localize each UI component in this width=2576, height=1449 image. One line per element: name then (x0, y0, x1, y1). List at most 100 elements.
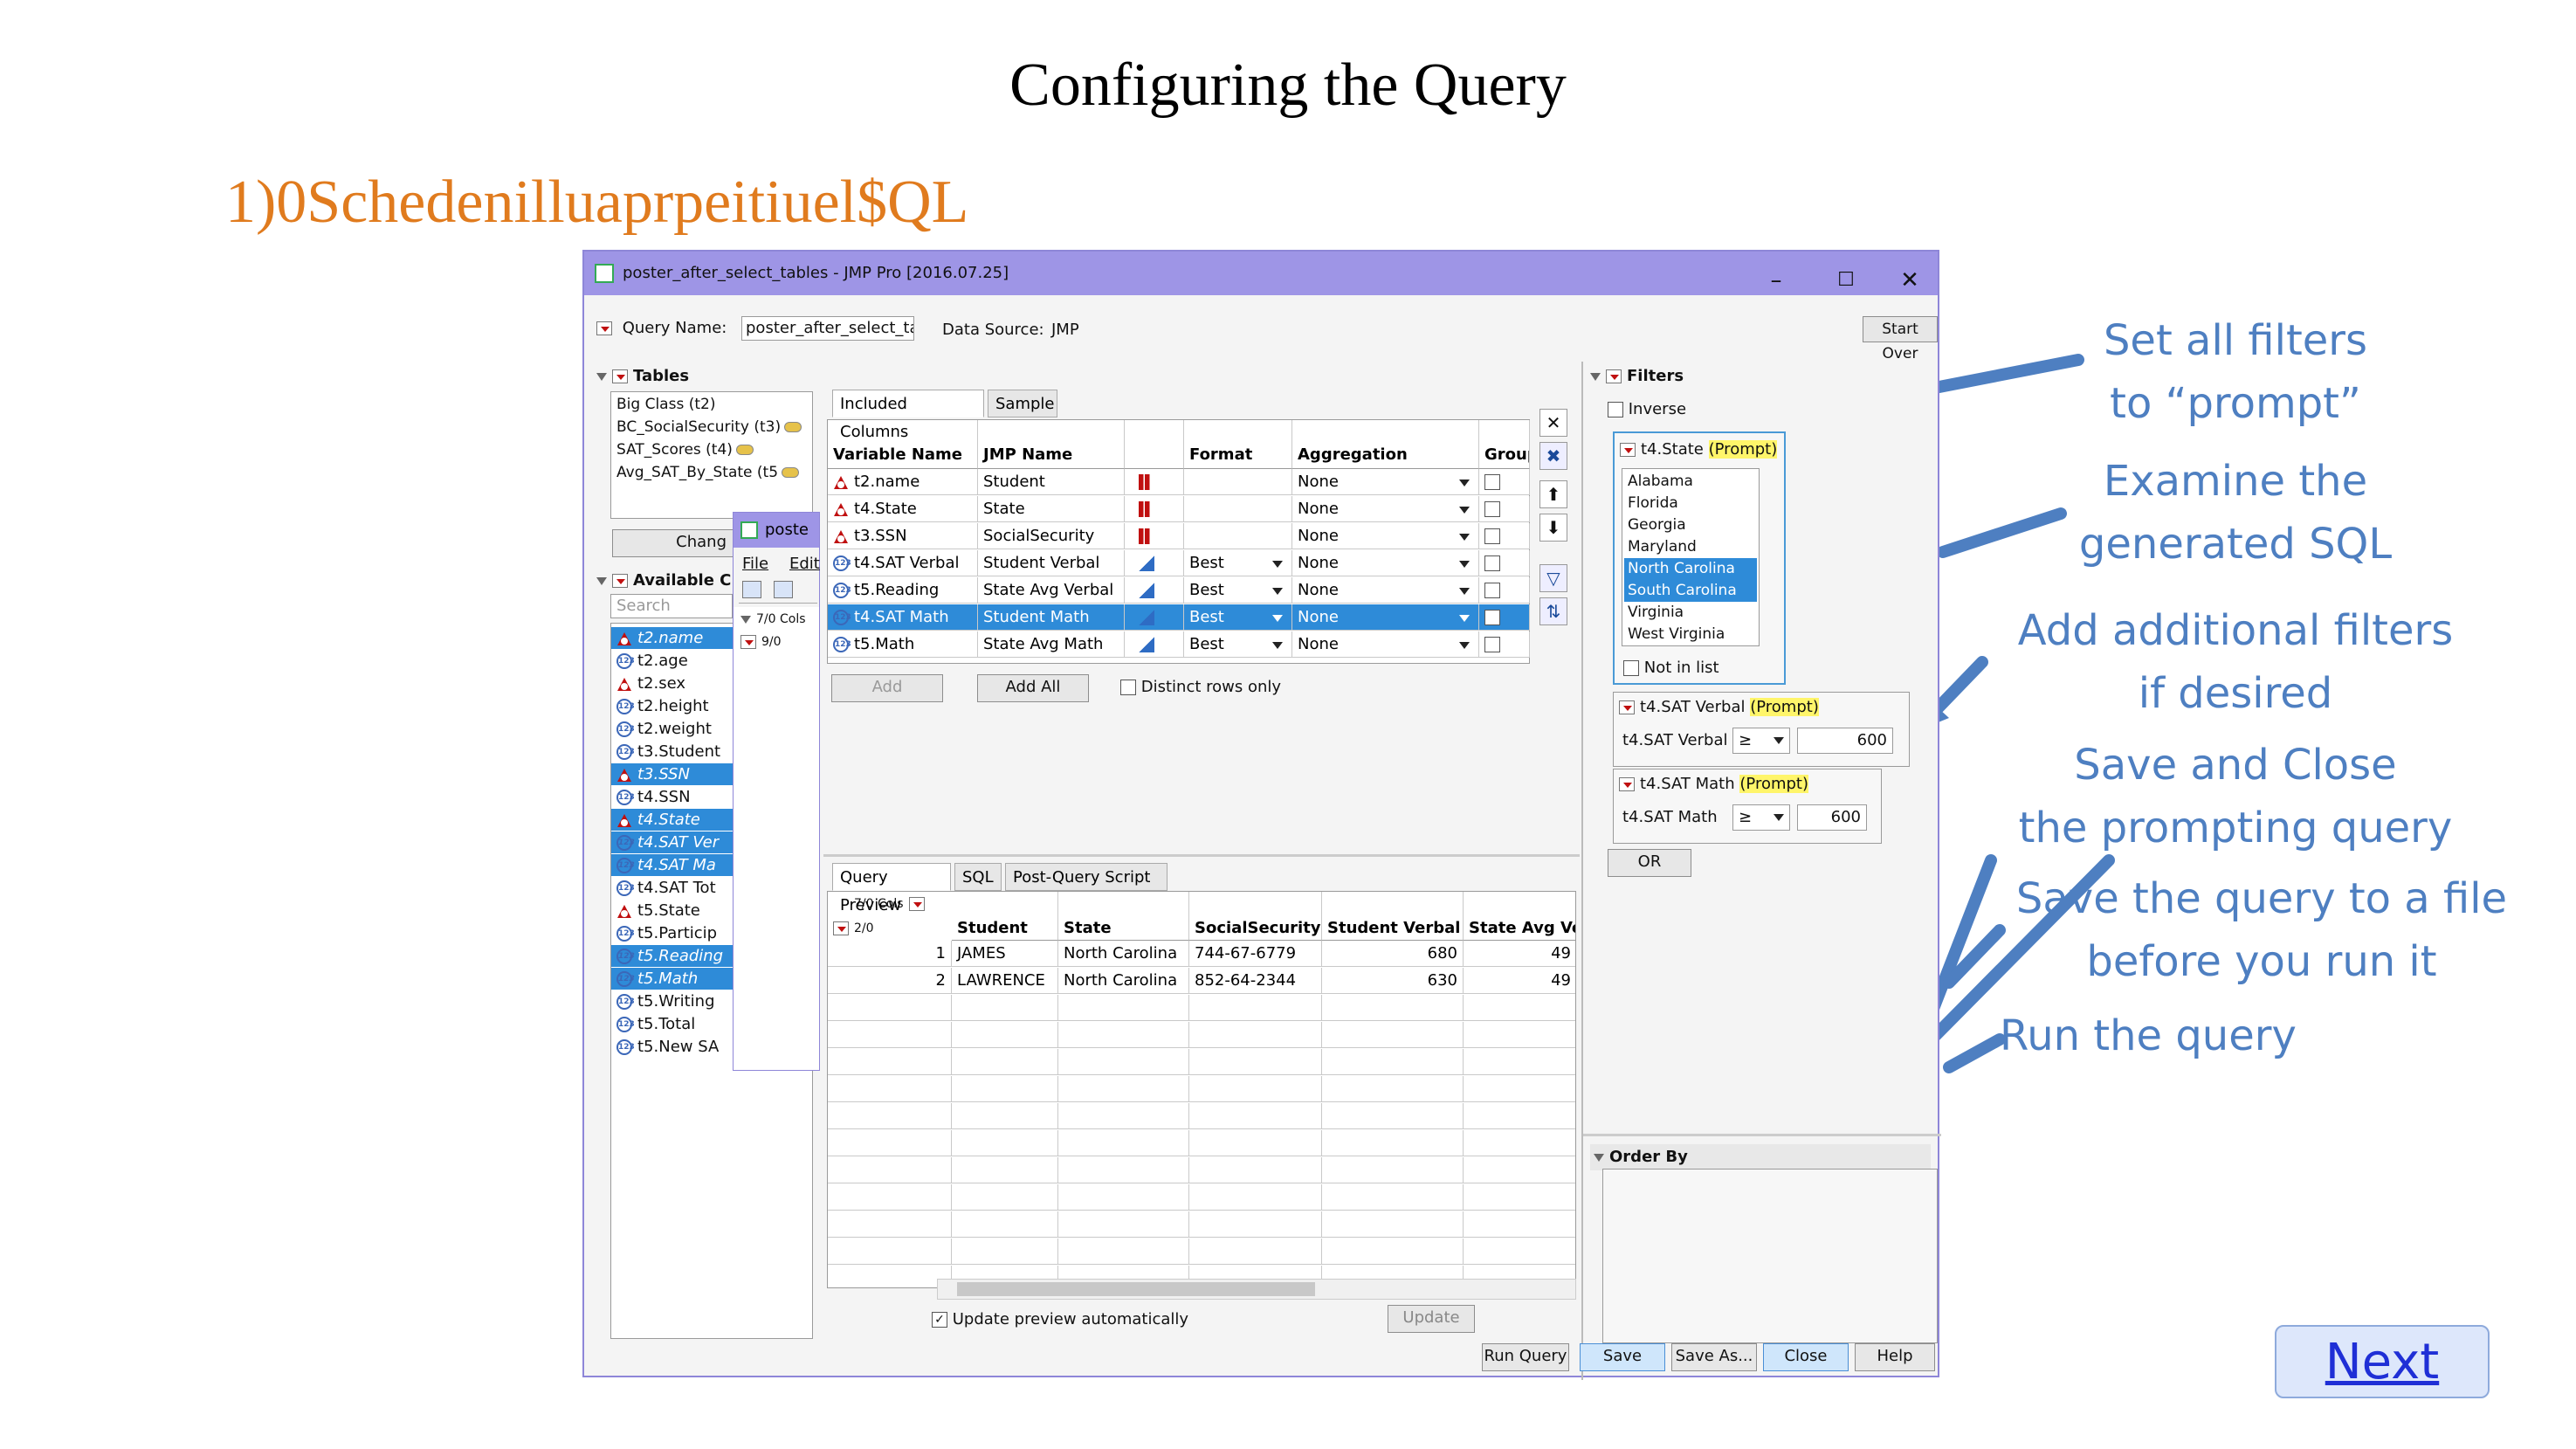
preview-cell[interactable] (1189, 1211, 1322, 1238)
included-cell[interactable]: Best (1184, 577, 1292, 604)
verbal-operator-select[interactable]: ≥ (1732, 728, 1790, 754)
preview-cell[interactable] (952, 1076, 1058, 1102)
preview-cell[interactable] (1058, 1211, 1189, 1238)
cols-menu-icon[interactable] (908, 897, 925, 911)
included-cell[interactable] (1479, 469, 1530, 495)
preview-cell[interactable]: North Carolina (1058, 968, 1189, 994)
preview-cell[interactable] (1058, 1022, 1189, 1048)
preview-scrollbar[interactable] (937, 1279, 1576, 1300)
preview-cell[interactable] (952, 1103, 1058, 1129)
preview-cell[interactable] (1058, 1103, 1189, 1129)
next-button[interactable]: Next (2275, 1325, 2490, 1398)
preview-cell[interactable] (952, 1022, 1058, 1048)
filters-menu-icon[interactable] (1606, 369, 1622, 383)
preview-cell[interactable]: 630 (1322, 968, 1464, 994)
math-filter-menu-icon[interactable] (1619, 777, 1635, 791)
available-column-item[interactable]: t5.State (611, 900, 734, 921)
preview-cell[interactable] (1464, 1130, 1575, 1156)
save-as-button[interactable]: Save As... (1671, 1343, 1757, 1371)
state-list-item[interactable]: Florida (1624, 493, 1757, 514)
included-cell[interactable]: None (1292, 496, 1479, 522)
math-operator-select[interactable]: ≥ (1732, 804, 1790, 831)
included-cell[interactable]: t4.State (828, 496, 978, 522)
available-column-item[interactable]: 123 t2.weight (611, 718, 734, 740)
verbal-filter-menu-icon[interactable] (1619, 700, 1635, 714)
included-cell[interactable]: None (1292, 523, 1479, 549)
save-button[interactable]: Save (1580, 1343, 1665, 1371)
preview-cell[interactable] (1189, 1076, 1322, 1102)
filter-icon[interactable]: ▽ (1539, 564, 1567, 592)
preview-cell[interactable] (1189, 1239, 1322, 1265)
move-down-icon[interactable]: ⬇ (1539, 514, 1567, 542)
state-list-item[interactable]: West Virginia (1624, 624, 1757, 645)
available-column-item[interactable]: 123 t2.height (611, 695, 734, 717)
included-cell[interactable] (1125, 631, 1184, 658)
not-in-list-option[interactable]: Not in list (1623, 659, 1719, 677)
add-all-button[interactable]: Add All (977, 674, 1089, 702)
splitter[interactable] (823, 854, 1580, 857)
available-column-item[interactable]: 123 t5.Writing (611, 990, 734, 1012)
preview-cell[interactable] (1464, 1103, 1575, 1129)
distinct-rows-option[interactable]: Distinct rows only (1120, 678, 1281, 696)
available-column-item[interactable]: 123 t4.SSN (611, 786, 734, 808)
preview-cell[interactable] (1464, 1157, 1575, 1183)
preview-cell[interactable] (1322, 1184, 1464, 1211)
included-cell[interactable] (1125, 604, 1184, 631)
preview-cell[interactable] (1058, 1130, 1189, 1156)
included-cell[interactable] (1184, 523, 1292, 549)
help-button[interactable]: Help (1855, 1343, 1935, 1371)
close-window-icon[interactable]: ✕ (1892, 259, 1927, 302)
included-cell[interactable] (1479, 604, 1530, 631)
group-by-checkbox[interactable] (1484, 637, 1500, 652)
update-button[interactable]: Update (1388, 1305, 1475, 1333)
or-button[interactable]: OR (1608, 849, 1691, 877)
available-column-item[interactable]: t2.sex (611, 673, 734, 694)
order-splitter[interactable] (1583, 1134, 1941, 1136)
included-cell[interactable]: Best (1184, 604, 1292, 631)
query-menu-icon[interactable] (596, 321, 612, 335)
included-columns-grid[interactable]: Variable Name JMP Name Format Aggregation Gr… (827, 419, 1530, 664)
preview-cell[interactable] (1464, 1211, 1575, 1238)
available-column-item[interactable]: 123 t4.SAT Tot (611, 877, 734, 899)
preview-cell[interactable] (1322, 1157, 1464, 1183)
group-by-checkbox[interactable] (1484, 528, 1500, 544)
preview-cell[interactable] (1464, 1076, 1575, 1102)
inverse-option[interactable]: Inverse (1608, 400, 1686, 418)
preview-cell[interactable] (1189, 1184, 1322, 1211)
included-cell[interactable]: State (978, 496, 1125, 522)
state-list-item[interactable]: Virginia (1624, 602, 1757, 624)
remove-all-icon[interactable]: ✖ (1539, 442, 1567, 470)
included-cell[interactable]: State Avg Math (978, 631, 1125, 658)
available-column-item[interactable]: t2.name (611, 627, 734, 649)
preview-cell[interactable] (1322, 1130, 1464, 1156)
group-by-checkbox[interactable] (1484, 610, 1500, 625)
verbal-value-input[interactable]: 600 (1797, 728, 1893, 754)
included-cell[interactable] (1184, 469, 1292, 495)
rows-menu-icon[interactable] (833, 921, 849, 935)
preview-cell[interactable]: 852-64-2344 (1189, 968, 1322, 994)
close-button[interactable]: Close (1763, 1343, 1849, 1371)
preview-cell[interactable] (1464, 1184, 1575, 1211)
query-name-input[interactable]: poster_after_select_tab (741, 316, 914, 341)
table-list-item[interactable]: BC_SocialSecurity (t3) (616, 418, 802, 436)
preview-cell[interactable] (1189, 1157, 1322, 1183)
preview-cell[interactable] (1322, 1076, 1464, 1102)
preview-cell[interactable]: 680 (1322, 941, 1464, 967)
available-column-item[interactable]: 123 t2.age (611, 650, 734, 672)
preview-cell[interactable] (1322, 1022, 1464, 1048)
included-cell[interactable]: Best (1184, 550, 1292, 576)
start-over-button[interactable]: Start Over (1863, 316, 1938, 362)
preview-cell[interactable] (952, 995, 1058, 1021)
preview-cell[interactable] (1464, 995, 1575, 1021)
included-cell[interactable]: 123 t5.Reading (828, 577, 978, 604)
maximize-icon[interactable]: ☐ (1829, 259, 1863, 302)
included-cell[interactable]: 123 t4.SAT Math (828, 604, 978, 631)
move-up-icon[interactable]: ⬆ (1539, 480, 1567, 508)
included-cell[interactable]: 123 t4.SAT Verbal (828, 550, 978, 576)
preview-cell[interactable] (1464, 1022, 1575, 1048)
rows-menu-icon[interactable] (740, 635, 756, 649)
toolbar-save-icon[interactable] (774, 581, 793, 598)
preview-cell[interactable] (1464, 1049, 1575, 1075)
preview-cell[interactable] (1058, 1049, 1189, 1075)
included-cell[interactable] (1125, 550, 1184, 576)
